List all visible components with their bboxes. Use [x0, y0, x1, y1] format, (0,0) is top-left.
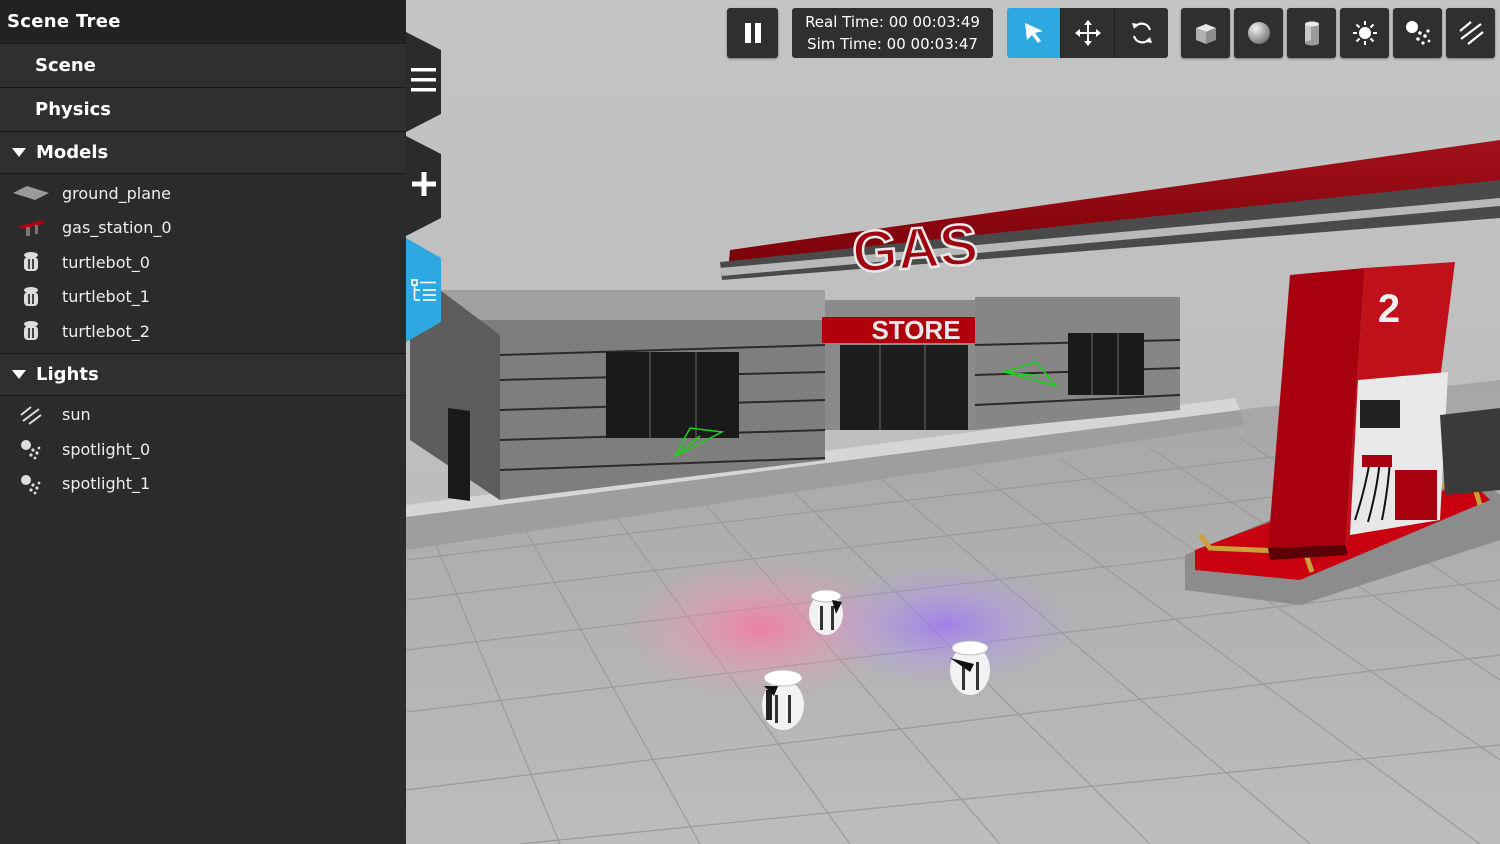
- insert-box-button[interactable]: [1181, 8, 1230, 58]
- point-light-icon: [1352, 21, 1377, 45]
- caret-down-icon: [12, 148, 26, 157]
- spotlight-icon: [0, 438, 62, 460]
- lights-section-header[interactable]: Lights: [0, 353, 406, 396]
- list-item-sun[interactable]: sun: [0, 398, 406, 433]
- panel-title: Scene Tree: [0, 0, 406, 44]
- insert-sphere-button[interactable]: [1234, 8, 1283, 58]
- lights-list: sun spotlight_0 spotlight_1: [0, 396, 406, 506]
- plane-icon: [0, 183, 62, 203]
- list-item-gas-station[interactable]: gas_station_0: [0, 211, 406, 246]
- select-mode-button[interactable]: [1007, 8, 1060, 58]
- caret-down-icon: [12, 369, 26, 379]
- cylinder-icon: [1304, 21, 1319, 46]
- time-display: Real Time: 00 00:03:49 Sim Time: 00 00:0…: [792, 8, 993, 58]
- list-item-spotlight-0[interactable]: spotlight_0: [0, 432, 406, 467]
- models-label: Models: [36, 142, 109, 163]
- models-list: ground_plane gas_station_0 turtlebot_0 t…: [0, 174, 406, 354]
- manipulation-mode-group: [1007, 8, 1168, 58]
- scene-tree-panel: Scene Tree Scene Physics Models ground_p…: [0, 0, 406, 844]
- sphere-icon: [1247, 22, 1270, 44]
- physics-row[interactable]: Physics: [0, 88, 406, 132]
- list-item-turtlebot-0[interactable]: turtlebot_0: [0, 245, 406, 280]
- list-item-label: sun: [62, 405, 91, 425]
- insert-spotlight-button[interactable]: [1393, 8, 1442, 58]
- gas-station-icon: [0, 218, 62, 238]
- turtlebot-0-model: [762, 669, 804, 730]
- tree-tab[interactable]: [406, 238, 441, 342]
- spotlight-icon: [1405, 21, 1430, 45]
- translate-mode-button[interactable]: [1060, 8, 1114, 58]
- insert-tab[interactable]: [406, 136, 441, 236]
- menu-tab[interactable]: [406, 32, 441, 132]
- insert-cylinder-button[interactable]: [1287, 8, 1336, 58]
- list-item-label: spotlight_0: [62, 439, 151, 459]
- list-item-label: gas_station_0: [62, 218, 172, 238]
- turtlebot-2-model: [950, 640, 990, 695]
- list-item-spotlight-1[interactable]: spotlight_1: [0, 467, 406, 502]
- rotate-icon: [1131, 22, 1152, 44]
- gas-sign: GAS: [850, 212, 980, 286]
- pause-button[interactable]: [727, 8, 778, 58]
- list-item-turtlebot-1[interactable]: turtlebot_1: [0, 280, 406, 315]
- models-section-header[interactable]: Models: [0, 132, 406, 174]
- list-item-turtlebot-2[interactable]: turtlebot_2: [0, 314, 406, 349]
- scene-row[interactable]: Scene: [0, 44, 406, 88]
- robot-icon: [0, 286, 62, 308]
- insert-directional-light-button[interactable]: [1446, 8, 1495, 58]
- directional-light-icon: [1458, 21, 1484, 45]
- list-item-label: turtlebot_0: [62, 252, 150, 272]
- list-item-ground-plane[interactable]: ground_plane: [0, 176, 406, 211]
- robot-icon: [0, 251, 62, 273]
- pause-icon: [744, 23, 761, 43]
- robot-icon: [0, 320, 62, 342]
- list-item-label: turtlebot_2: [62, 321, 150, 341]
- translate-arrows-icon: [1074, 20, 1101, 46]
- box-icon: [1195, 24, 1216, 44]
- turtlebot-1-model: [809, 589, 843, 635]
- rotate-mode-button[interactable]: [1114, 8, 1168, 58]
- pump-number: 2: [1378, 287, 1400, 331]
- store-sign: STORE: [871, 315, 960, 345]
- list-item-label: turtlebot_1: [62, 287, 150, 307]
- spotlight-icon: [0, 473, 62, 495]
- lights-label: Lights: [36, 363, 99, 385]
- insert-point-light-button[interactable]: [1340, 8, 1389, 58]
- sim-time: Sim Time: 00 00:03:47: [807, 35, 978, 53]
- list-item-label: spotlight_1: [62, 474, 151, 494]
- select-arrow-icon: [1024, 23, 1043, 43]
- list-item-label: ground_plane: [62, 183, 171, 203]
- real-time: Real Time: 00 00:03:49: [805, 13, 980, 31]
- directional-light-icon: [0, 405, 62, 425]
